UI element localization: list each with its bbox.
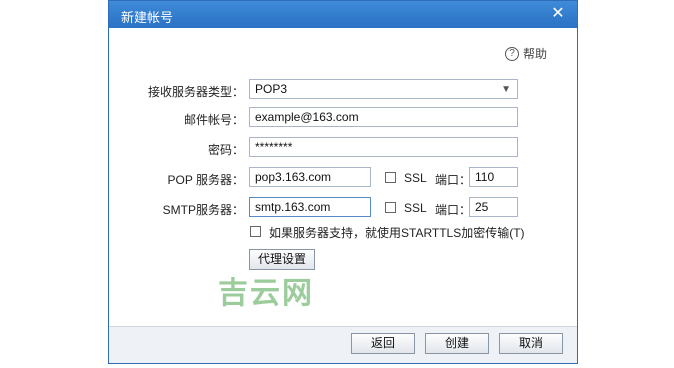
smtp-ssl-label: SSL	[404, 201, 427, 215]
help-icon: ?	[504, 46, 519, 61]
password-input[interactable]: ********	[249, 137, 518, 157]
dialog-footer: 返回 创建 取消	[109, 326, 577, 363]
proxy-settings-button[interactable]: 代理设置	[249, 249, 315, 270]
pop-server-label: POP 服务器：	[167, 173, 244, 187]
cancel-button[interactable]: 取消	[499, 333, 563, 354]
pop-server-value: pop3.163.com	[255, 170, 332, 184]
account-label: 邮件帐号：	[183, 113, 244, 127]
smtp-port-value: 25	[475, 200, 489, 214]
smtp-server-label: SMTP服务器：	[162, 203, 244, 217]
pop-port-input[interactable]: 110	[469, 167, 518, 187]
back-button[interactable]: 返回	[351, 333, 415, 354]
account-input[interactable]: example@163.com	[249, 107, 518, 127]
smtp-server-value: smtp.163.com	[255, 200, 331, 214]
watermark-text: 吉云网	[218, 276, 314, 311]
dialog-titlebar: 新建帐号 ✕	[109, 1, 577, 28]
pop-port-value: 110	[475, 170, 495, 184]
new-account-dialog: 新建帐号 ✕ ? 帮助 接收服务器类型： POP3 ▼ 邮件帐号： exampl…	[108, 0, 578, 364]
password-value: ********	[255, 140, 293, 154]
chevron-down-icon: ▼	[501, 84, 511, 95]
create-button[interactable]: 创建	[425, 333, 489, 354]
starttls-label: 如果服务器支持，就使用STARTTLS加密传输(T)	[269, 226, 525, 240]
account-value: example@163.com	[255, 110, 359, 124]
help-link[interactable]: ? 帮助	[504, 45, 547, 62]
smtp-port-label: 端口：	[435, 203, 472, 217]
server-type-label: 接收服务器类型：	[147, 85, 244, 99]
smtp-ssl-checkbox[interactable]	[385, 202, 396, 213]
pop-ssl-label: SSL	[404, 171, 427, 185]
starttls-checkbox[interactable]	[250, 226, 261, 237]
smtp-server-input[interactable]: smtp.163.com	[249, 197, 371, 217]
help-label: 帮助	[522, 47, 547, 61]
password-label: 密码：	[207, 143, 244, 157]
pop-ssl-checkbox[interactable]	[385, 172, 396, 183]
close-icon[interactable]: ✕	[549, 5, 567, 23]
pop-port-label: 端口：	[435, 173, 472, 187]
pop-server-input[interactable]: pop3.163.com	[249, 167, 371, 187]
dialog-title: 新建帐号	[121, 10, 174, 25]
smtp-port-input[interactable]: 25	[469, 197, 518, 217]
server-type-value: POP3	[255, 82, 288, 96]
server-type-select[interactable]: POP3 ▼	[249, 79, 518, 99]
